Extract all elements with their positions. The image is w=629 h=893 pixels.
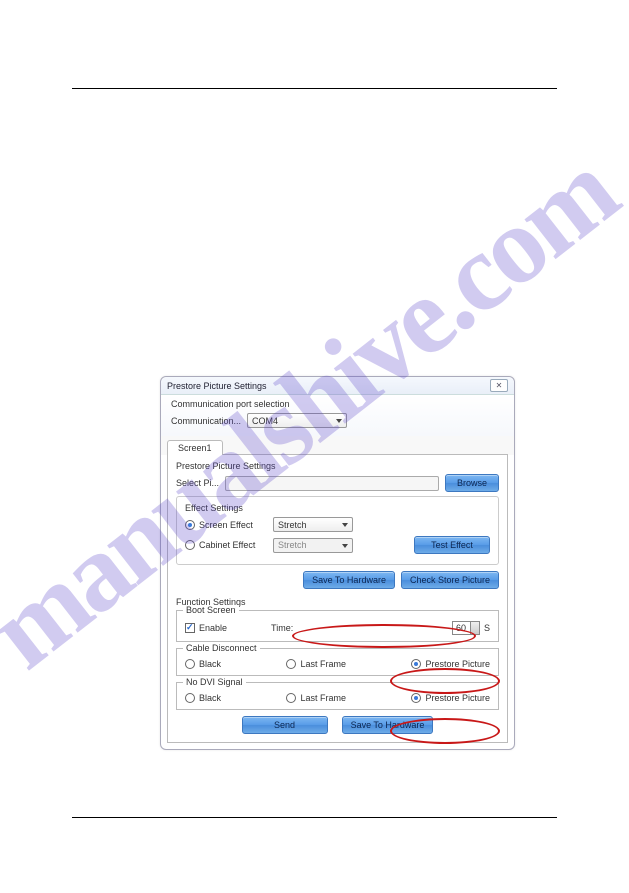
nodvi-prestore-label: Prestore Picture (425, 693, 490, 703)
no-dvi-group: No DVI Signal Black Last Frame Prestore … (176, 682, 499, 710)
comm-label: Communication... (171, 416, 241, 426)
screen-effect-label: Screen Effect (199, 520, 269, 530)
cable-prestore-label: Prestore Picture (425, 659, 490, 669)
cabinet-effect-combo: Stretch (273, 538, 353, 553)
boot-screen-group: Boot Screen Enable Time: 60 S (176, 610, 499, 642)
time-label: Time: (271, 623, 293, 633)
comm-section-title: Communication port selection (171, 399, 504, 409)
enable-label: Enable (199, 623, 227, 633)
save-to-hardware-button[interactable]: Save To Hardware (303, 571, 395, 589)
time-unit: S (484, 623, 490, 633)
cable-last-radio[interactable] (286, 659, 296, 669)
cable-black-label: Black (199, 659, 221, 669)
bottom-rule (72, 817, 557, 818)
select-pic-label: Select Pi... (176, 478, 219, 488)
cable-black-radio[interactable] (185, 659, 195, 669)
prestore-title: Prestore Picture Settings (176, 461, 499, 471)
send-button[interactable]: Send (242, 716, 328, 734)
tab-row: Screen1 (161, 436, 514, 455)
test-effect-button[interactable]: Test Effect (414, 536, 490, 554)
cabinet-effect-radio[interactable] (185, 540, 195, 550)
screen-effect-combo[interactable]: Stretch (273, 517, 353, 532)
nodvi-legend: No DVI Signal (183, 677, 246, 687)
cable-prestore-radio[interactable] (411, 659, 421, 669)
comm-port-value: COM4 (252, 416, 278, 426)
nodvi-black-label: Black (199, 693, 221, 703)
titlebar: Prestore Picture Settings ✕ (161, 377, 514, 395)
footer-button-row: Send Save To Hardware (176, 716, 499, 734)
comm-section: Communication port selection Communicati… (161, 395, 514, 436)
time-value: 60 (456, 623, 466, 633)
nodvi-prestore-radio[interactable] (411, 693, 421, 703)
prestore-dialog: Prestore Picture Settings ✕ Communicatio… (160, 376, 515, 750)
top-rule (72, 88, 557, 89)
browse-button[interactable]: Browse (445, 474, 499, 492)
screen-effect-radio[interactable] (185, 520, 195, 530)
time-spinner[interactable]: 60 (452, 621, 480, 635)
check-store-picture-button[interactable]: Check Store Picture (401, 571, 499, 589)
cable-last-label: Last Frame (300, 659, 346, 669)
picture-path-input[interactable] (225, 476, 439, 491)
hw-button-row: Save To Hardware Check Store Picture (176, 571, 499, 589)
dialog-title: Prestore Picture Settings (167, 381, 267, 391)
close-button[interactable]: ✕ (490, 379, 508, 392)
comm-port-combo[interactable]: COM4 (247, 413, 347, 428)
cable-disconnect-group: Cable Disconnect Black Last Frame Presto… (176, 648, 499, 676)
tab-panel: Prestore Picture Settings Select Pi... B… (167, 454, 508, 743)
tab-screen1[interactable]: Screen1 (167, 440, 223, 455)
effect-title: Effect Settings (185, 503, 490, 513)
save-to-hardware-button-2[interactable]: Save To Hardware (342, 716, 434, 734)
screen-effect-value: Stretch (278, 520, 307, 530)
boot-legend: Boot Screen (183, 605, 239, 615)
enable-checkbox[interactable] (185, 623, 195, 633)
effect-settings-group: Effect Settings Screen Effect Stretch Ca… (176, 496, 499, 565)
nodvi-last-radio[interactable] (286, 693, 296, 703)
nodvi-last-label: Last Frame (300, 693, 346, 703)
cabinet-effect-label: Cabinet Effect (199, 540, 269, 550)
cabinet-effect-value: Stretch (278, 540, 307, 550)
cable-legend: Cable Disconnect (183, 643, 260, 653)
nodvi-black-radio[interactable] (185, 693, 195, 703)
